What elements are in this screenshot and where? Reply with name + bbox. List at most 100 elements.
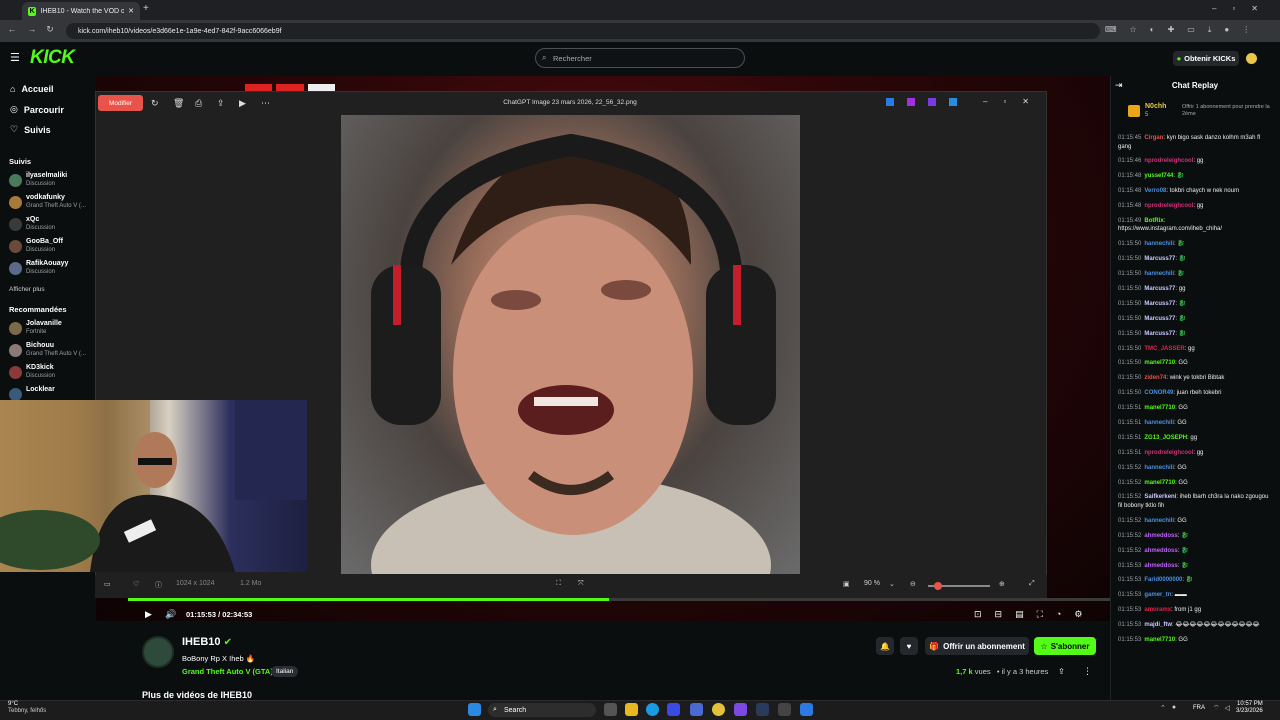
theater-icon[interactable]: ⊟	[995, 609, 1003, 620]
zoom-level[interactable]: 90 %	[864, 580, 880, 587]
windows-start-icon[interactable]	[468, 703, 481, 716]
zoom-slider-thumb[interactable]	[934, 582, 942, 590]
gift-sub-button[interactable]: 🎁 Offrir un abonnement	[925, 637, 1029, 655]
slideshow-icon[interactable]: ▶	[239, 98, 246, 109]
volume-icon[interactable]: 🔊	[165, 609, 176, 620]
follow-heart-button[interactable]: ♥	[900, 637, 918, 655]
settings-gear-icon[interactable]: ⚙	[1074, 609, 1082, 620]
zoom-out-icon[interactable]: ⊖	[910, 580, 916, 588]
chat-username[interactable]: hannechili	[1144, 420, 1174, 426]
chat-username[interactable]: ahmeddoss	[1144, 533, 1177, 539]
chat-username[interactable]: nprodreleighcool	[1144, 158, 1193, 164]
chat-username[interactable]: Verro08	[1144, 188, 1166, 194]
wifi-icon[interactable]: ⌔	[1213, 704, 1220, 713]
followed-channel[interactable]: GooBa_Off Discussion	[9, 237, 95, 259]
app-icon[interactable]	[907, 98, 915, 106]
browser-tab[interactable]: K IHEB10 - Watch the VOD on Kick ✕	[22, 2, 140, 20]
window-controls[interactable]: – ▫ ✕	[1212, 4, 1258, 13]
chat-username[interactable]: BotRix	[1144, 218, 1163, 224]
channel-name[interactable]: IHEB10	[182, 636, 221, 648]
chat-username[interactable]: ziden74	[1144, 375, 1166, 381]
back-icon[interactable]: ←	[6, 24, 18, 34]
search-input[interactable]: ⌕ Rechercher	[535, 48, 745, 68]
puzzle-icon[interactable]: ✚	[1168, 25, 1175, 35]
hamburger-menu-icon[interactable]: ☰	[10, 51, 20, 64]
browser-extensions[interactable]: ⌨ ☆ ◐ ✚ ▭ ⤓ ● ⋮	[1105, 25, 1250, 35]
chat-username[interactable]: Marcuss77	[1144, 256, 1175, 262]
followed-channel[interactable]: xQc Discussion	[9, 215, 95, 237]
channel-name-row[interactable]: IHEB10 ✔	[182, 636, 232, 648]
sidebar-item-following[interactable]: ♡ Suivis	[10, 124, 51, 135]
menu-icon[interactable]: ⋮	[1242, 25, 1250, 35]
chevron-down-icon[interactable]: ⌄	[889, 580, 895, 588]
filmstrip-icon[interactable]: ▭	[104, 580, 111, 588]
layout-icon[interactable]: ▤	[1015, 609, 1024, 620]
kick-logo[interactable]: KICK	[30, 47, 75, 69]
info-icon[interactable]: ⓘ	[155, 580, 162, 590]
more-options-icon[interactable]: ⋯	[261, 98, 270, 109]
zoom-in-icon[interactable]: ⊕	[999, 580, 1005, 588]
address-bar[interactable]: kick.com/iheb10/videos/e3d66e1e-1a9e-4ed…	[66, 23, 1100, 39]
expand-icon[interactable]: ⛶	[1037, 609, 1043, 620]
tray-app-icon[interactable]: ●	[1172, 704, 1176, 712]
discord-icon[interactable]	[734, 703, 747, 716]
edit-button[interactable]: Modifier	[98, 95, 143, 111]
chat-messages[interactable]: 01:15:45 Cirgan: kyn bigo sask danzo kolh…	[1118, 134, 1270, 696]
new-tab-button[interactable]: +	[143, 3, 149, 14]
tray-status-icons[interactable]: ⌔ ◁	[1213, 704, 1230, 713]
app-icon[interactable]	[928, 98, 936, 106]
get-kicks-button[interactable]: ● Obtenir KICKs	[1173, 51, 1239, 66]
chat-username[interactable]: Saifkerkeni	[1144, 494, 1176, 500]
edge-icon[interactable]	[646, 703, 659, 716]
chat-username[interactable]: manel7710	[1144, 360, 1175, 366]
chat-username[interactable]: Marcuss77	[1144, 301, 1175, 307]
rotate-icon[interactable]: ↻	[151, 98, 159, 109]
chat-username[interactable]: Marcuss77	[1144, 331, 1175, 337]
chat-username[interactable]: ZG13_JOSEPH	[1144, 435, 1187, 441]
maximize-icon[interactable]: ▫	[1003, 97, 1006, 106]
chat-username[interactable]: CONOR49	[1144, 390, 1173, 396]
chat-username[interactable]: manel7710	[1144, 480, 1175, 486]
chat-username[interactable]: yussef744	[1144, 173, 1173, 179]
forward-icon[interactable]: →	[26, 24, 38, 34]
recommended-channel[interactable]: KD3kick Discussion	[9, 363, 95, 385]
minimize-icon[interactable]: –	[1212, 4, 1216, 13]
fit-screen-icon[interactable]: ⛶	[556, 580, 561, 588]
close-tab-icon[interactable]: ✕	[128, 7, 134, 15]
download-icon[interactable]: ⤓	[1208, 25, 1212, 35]
photos-icon[interactable]	[800, 703, 813, 716]
extension-icon[interactable]: ◐	[1150, 25, 1155, 35]
followed-channel[interactable]: ilyaselmaliki Discussion	[9, 171, 95, 193]
taskbar-search[interactable]: ⌕ Search	[488, 703, 596, 717]
app-icon[interactable]	[949, 98, 957, 106]
translate-icon[interactable]: ⌨	[1105, 25, 1117, 35]
chat-username[interactable]: manel7710	[1144, 405, 1175, 411]
viewer-window-controls[interactable]: – ▫ ✕	[983, 97, 1029, 106]
chat-username[interactable]: nprodreleighcool	[1144, 450, 1193, 456]
chat-username[interactable]: Marcuss77	[1144, 286, 1175, 292]
chat-username[interactable]: majdi_ftw	[1144, 622, 1172, 628]
chat-username[interactable]: hannechili	[1144, 271, 1174, 277]
chat-username[interactable]: manel7710	[1144, 637, 1175, 643]
show-more-link[interactable]: Afficher plus	[9, 286, 45, 293]
language-indicator[interactable]: FRA	[1193, 705, 1205, 711]
play-icon[interactable]: ▶	[145, 609, 152, 620]
subscribe-button[interactable]: ☆ S'abonner	[1034, 637, 1096, 655]
obs-icon[interactable]	[778, 703, 791, 716]
app-icon[interactable]	[886, 98, 894, 106]
weather-widget[interactable]: 9°C Tebbny, felhős	[8, 701, 46, 715]
more-options-icon[interactable]: ⋮	[1083, 666, 1092, 677]
file-explorer-icon[interactable]	[625, 703, 638, 716]
speed-icon[interactable]: ◔	[1056, 609, 1061, 620]
favorite-icon[interactable]: ♡	[133, 580, 139, 588]
sidebar-icon[interactable]: ▭	[1187, 25, 1195, 35]
recommended-channel[interactable]: Bichouu Grand Theft Auto V (...	[9, 341, 95, 363]
share-icon[interactable]: ⇪	[1058, 667, 1065, 676]
delete-icon[interactable]: 🗑	[173, 98, 184, 109]
chat-username[interactable]: TMC_JASSER	[1144, 346, 1184, 352]
aspect-icon[interactable]: ▣	[843, 580, 850, 588]
app-icon[interactable]	[690, 703, 703, 716]
close-icon[interactable]: ✕	[1022, 97, 1029, 106]
reload-icon[interactable]: ↻	[44, 24, 56, 35]
channel-avatar[interactable]	[142, 636, 174, 668]
